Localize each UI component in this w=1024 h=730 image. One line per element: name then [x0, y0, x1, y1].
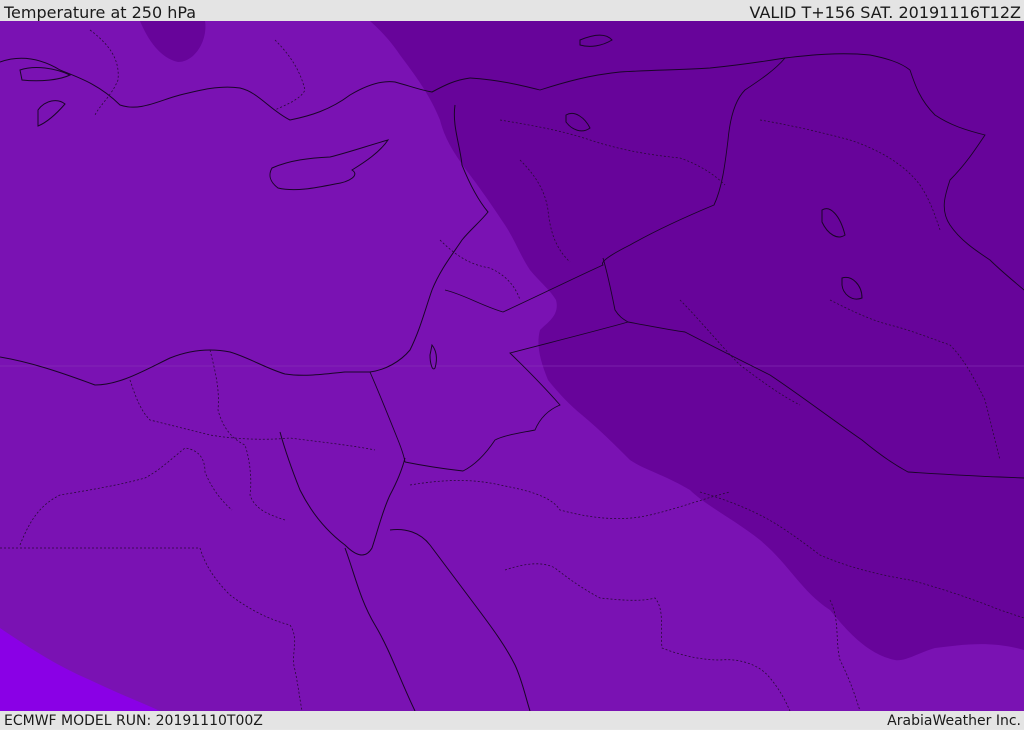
- map-header: Temperature at 250 hPa VALID T+156 SAT. …: [0, 0, 1024, 22]
- model-run: ECMWF MODEL RUN: 20191110T00Z: [4, 713, 263, 729]
- map-footer: ECMWF MODEL RUN: 20191110T00Z ArabiaWeat…: [0, 711, 1024, 729]
- valid-time: VALID T+156 SAT. 20191116T12Z: [749, 3, 1021, 22]
- temperature-map[interactable]: [0, 21, 1024, 711]
- map-title: Temperature at 250 hPa: [4, 3, 197, 22]
- map-canvas: [0, 21, 1024, 711]
- credit: ArabiaWeather Inc.: [887, 713, 1021, 729]
